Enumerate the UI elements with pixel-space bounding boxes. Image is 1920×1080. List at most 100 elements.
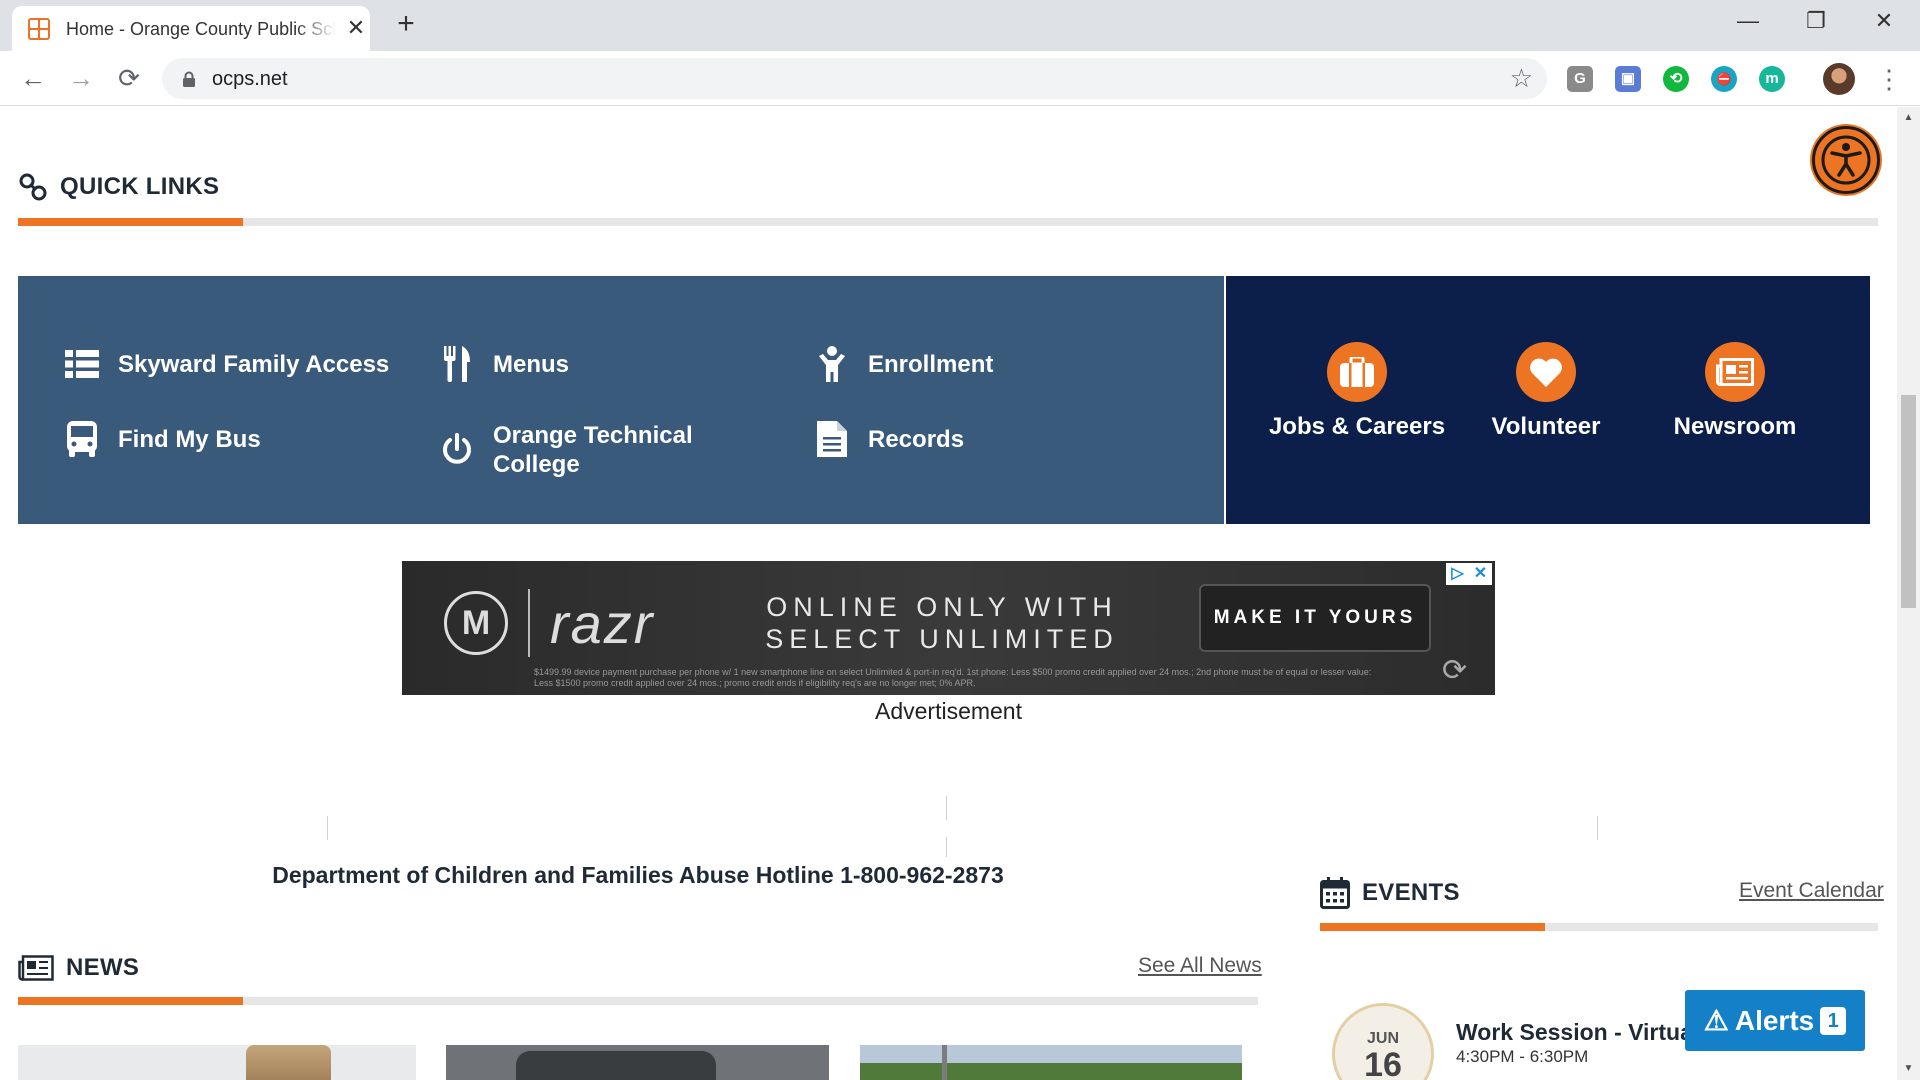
lock-icon xyxy=(183,71,195,87)
ad-choices-icon[interactable]: ▷ ✕ xyxy=(1446,563,1492,585)
featured-link-newsroom[interactable]: Newsroom xyxy=(1645,342,1825,441)
event-day: 16 xyxy=(1364,1046,1402,1080)
address-bar[interactable]: ocps.net ☆ xyxy=(162,58,1547,99)
featured-links-panel: Jobs & Careers Volunteer Newsroom xyxy=(1226,276,1870,524)
camera-extension-icon[interactable]: ▣ xyxy=(1615,66,1641,92)
close-tab-icon[interactable]: ✕ xyxy=(344,16,368,40)
ad-cta-button[interactable]: MAKE IT YOURS xyxy=(1199,584,1431,652)
close-window-button[interactable]: ✕ xyxy=(1864,6,1904,36)
events-title: EVENTS xyxy=(1362,879,1460,906)
featured-link-volunteer[interactable]: Volunteer xyxy=(1456,342,1636,441)
list-icon xyxy=(64,346,100,382)
event-time: 4:30PM - 6:30PM xyxy=(1456,1047,1589,1066)
maximize-button[interactable]: ❐ xyxy=(1796,6,1836,36)
warning-icon: ⚠ xyxy=(1703,1005,1729,1036)
quick-links-title: QUICK LINKS xyxy=(60,173,220,200)
featured-link-jobs-careers[interactable]: Jobs & Careers xyxy=(1267,342,1447,441)
scroll-down-arrow-icon[interactable]: ▼ xyxy=(1897,1058,1920,1080)
document-icon xyxy=(814,421,850,457)
news-title: NEWS xyxy=(66,954,140,981)
utensils-icon xyxy=(439,346,475,382)
alerts-count-badge: 1 xyxy=(1820,1006,1847,1035)
alerts-label: Alerts xyxy=(1734,1004,1815,1036)
divider xyxy=(946,796,947,820)
minimize-button[interactable]: — xyxy=(1728,6,1768,36)
quick-link-label: Enrollment xyxy=(868,350,994,378)
child-icon xyxy=(814,346,850,382)
new-tab-button[interactable]: + xyxy=(390,8,422,40)
quick-link-orange-technical-college[interactable]: Orange Technical College xyxy=(439,421,713,479)
browser-tab[interactable]: Home - Orange County Public Schools ✕ xyxy=(12,6,370,51)
featured-link-label: Newsroom xyxy=(1673,413,1797,440)
calendar-icon xyxy=(1320,877,1350,909)
scroll-thumb[interactable] xyxy=(1901,395,1916,608)
profile-avatar[interactable] xyxy=(1823,63,1855,95)
m-extension-icon[interactable]: m xyxy=(1759,66,1785,92)
event-date-badge: JUN 16 xyxy=(1332,1003,1434,1080)
accessibility-icon xyxy=(1821,135,1871,185)
news-header: NEWS xyxy=(18,954,139,982)
quick-link-enrollment[interactable]: Enrollment xyxy=(814,346,993,382)
events-rule xyxy=(1320,923,1878,931)
back-button[interactable]: ← xyxy=(16,61,50,95)
page-scrollbar[interactable]: ▲ ▼ xyxy=(1897,107,1920,1080)
quick-links-panel: Skyward Family Access Menus Enrollment F… xyxy=(18,276,1224,524)
divider xyxy=(946,837,947,857)
ad-label: Advertisement xyxy=(874,698,1022,724)
news-thumbnail[interactable] xyxy=(446,1045,829,1080)
site-favicon-icon xyxy=(28,18,50,40)
news-rule xyxy=(18,997,1258,1005)
motorola-logo: M xyxy=(444,591,508,655)
ad-divider xyxy=(528,589,530,657)
event-title[interactable]: Work Session - Virtual xyxy=(1456,1019,1686,1046)
link-chain-icon xyxy=(19,173,47,201)
quick-links-header: QUICK LINKS xyxy=(18,172,219,202)
newspaper-icon xyxy=(1705,342,1765,402)
accessibility-button[interactable] xyxy=(1812,126,1880,194)
power-icon xyxy=(439,432,475,468)
grammarly-extension-icon[interactable]: G xyxy=(1567,66,1593,92)
featured-link-label: Jobs & Careers xyxy=(1268,413,1446,440)
quick-link-label: Records xyxy=(868,425,965,453)
briefcase-icon xyxy=(1327,342,1387,402)
tab-strip: Home - Orange County Public Schools ✕ + … xyxy=(0,0,1920,51)
bus-icon xyxy=(64,421,100,457)
featured-link-label: Volunteer xyxy=(1491,413,1601,440)
quick-link-find-my-bus[interactable]: Find My Bus xyxy=(64,421,261,457)
scroll-up-arrow-icon[interactable]: ▲ xyxy=(1897,107,1920,129)
quick-link-skyward[interactable]: Skyward Family Access xyxy=(64,346,389,382)
ad-brand: razr xyxy=(550,592,655,655)
forward-button[interactable]: → xyxy=(64,61,98,95)
event-calendar-link[interactable]: Event Calendar xyxy=(1739,879,1884,903)
url-text[interactable]: ocps.net xyxy=(212,68,288,91)
abuse-hotline: Department of Children and Families Abus… xyxy=(272,862,1004,888)
quick-link-records[interactable]: Records xyxy=(814,421,964,457)
alerts-button[interactable]: ⚠ Alerts 1 xyxy=(1685,990,1865,1051)
blocked-extension-icon[interactable]: ⛔ xyxy=(1711,66,1737,92)
divider xyxy=(1597,816,1598,840)
ad-fine-print: $1499.99 device payment purchase per pho… xyxy=(534,667,1372,688)
quick-link-label: Find My Bus xyxy=(118,425,261,453)
quick-links-rule xyxy=(18,218,1878,226)
ad-banner[interactable]: M razr ONLINE ONLY WITH SELECT UNLIMITED… xyxy=(402,561,1495,695)
news-thumbnail[interactable] xyxy=(860,1045,1242,1080)
heart-icon xyxy=(1516,342,1576,402)
ad-replay-icon[interactable]: ⟳ xyxy=(1442,653,1467,688)
quick-link-label: Menus xyxy=(493,350,570,378)
newspaper-icon xyxy=(18,955,54,981)
quick-link-label: Skyward Family Access xyxy=(118,350,390,378)
sync-extension-icon[interactable]: ⟲ xyxy=(1663,66,1689,92)
ad-offer-text: ONLINE ONLY WITH SELECT UNLIMITED xyxy=(765,592,1119,654)
quick-link-label: Orange Technical College xyxy=(493,422,693,478)
tab-title: Home - Orange County Public Schools xyxy=(66,19,336,39)
reload-button[interactable]: ⟳ xyxy=(112,61,146,95)
see-all-news-link[interactable]: See All News xyxy=(1138,954,1262,978)
browser-toolbar: ← → ⟳ ocps.net ☆ G ▣ ⟲ ⛔ m ⋮ xyxy=(0,51,1920,106)
page-content: QUICK LINKS Skyward Family Access Menus … xyxy=(0,107,1897,1080)
browser-menu-icon[interactable]: ⋮ xyxy=(1876,63,1902,95)
news-thumbnail[interactable] xyxy=(18,1045,416,1080)
quick-link-menus[interactable]: Menus xyxy=(439,346,569,382)
bookmark-star-icon[interactable]: ☆ xyxy=(1510,64,1533,92)
events-header: EVENTS xyxy=(1320,877,1460,909)
divider xyxy=(327,816,328,840)
